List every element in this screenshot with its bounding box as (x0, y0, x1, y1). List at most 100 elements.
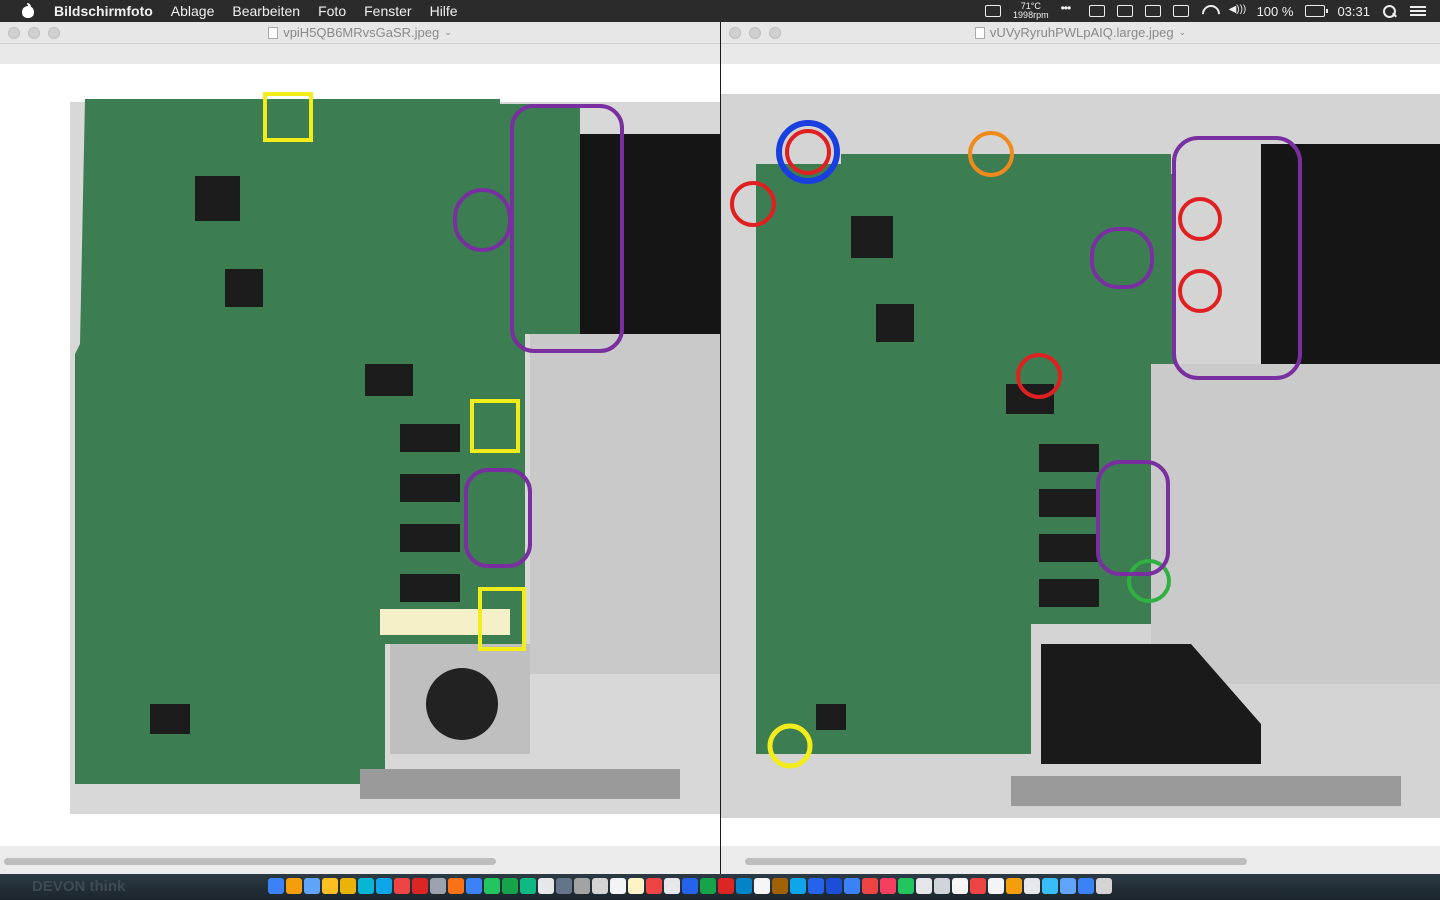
battery-icon[interactable] (1305, 5, 1329, 17)
wifi-icon[interactable] (1201, 5, 1217, 17)
dock-app-icon[interactable] (862, 878, 878, 894)
volume-icon[interactable] (1229, 4, 1247, 17)
titlebar-right[interactable]: vUVyRyruhPWLpAIQ.large.jpeg ⌄ (721, 22, 1440, 44)
logic-board-photo-right (721, 94, 1440, 818)
temp-monitor[interactable]: 71°C 1998rpm (1013, 2, 1049, 20)
horizontal-scrollbar-right[interactable] (721, 846, 1440, 874)
dock-app-icon[interactable] (1078, 878, 1094, 894)
dock-app-icon[interactable] (394, 878, 410, 894)
chip (365, 364, 413, 396)
dock-app-icon[interactable] (268, 878, 284, 894)
ram-chip (1039, 444, 1099, 472)
spotlight-search-icon[interactable] (1382, 5, 1398, 18)
dock-app-icon[interactable] (772, 878, 788, 894)
dropbox-icon[interactable] (1088, 5, 1105, 17)
dock-app-icon[interactable] (358, 878, 374, 894)
menu-ablage[interactable]: Ablage (171, 3, 215, 19)
horizontal-scrollbar-left[interactable] (0, 846, 720, 874)
dock-app-icon[interactable] (1060, 878, 1076, 894)
dock-app-icon[interactable] (430, 878, 446, 894)
dock-app-icon[interactable] (700, 878, 716, 894)
dock-app-icon[interactable] (484, 878, 500, 894)
window-title-right[interactable]: vUVyRyruhPWLpAIQ.large.jpeg ⌄ (721, 25, 1440, 40)
menu-hilfe[interactable]: Hilfe (430, 3, 458, 19)
dock-app-icon[interactable] (556, 878, 572, 894)
dock-app-icon[interactable] (376, 878, 392, 894)
dock-app-icon[interactable] (682, 878, 698, 894)
dock-app-icon[interactable] (844, 878, 860, 894)
dock-app-icon[interactable] (466, 878, 482, 894)
menu-bearbeiten[interactable]: Bearbeiten (232, 3, 300, 19)
dock-app-icon[interactable] (304, 878, 320, 894)
preview-window-right: vUVyRyruhPWLpAIQ.large.jpeg ⌄ (721, 22, 1440, 874)
dock-app-icon[interactable] (448, 878, 464, 894)
dock-app-icon[interactable] (1024, 878, 1040, 894)
app-menu[interactable]: Bildschirmfoto (54, 3, 153, 19)
dock-app-icon[interactable] (718, 878, 734, 894)
ram-chip (1039, 534, 1099, 562)
dock-app-icon[interactable] (754, 878, 770, 894)
printer-status-icon[interactable] (985, 5, 1002, 17)
menu-fenster[interactable]: Fenster (364, 3, 411, 19)
dock-app-icon[interactable] (322, 878, 338, 894)
memory-icon[interactable] (1116, 5, 1133, 17)
dock-app-icon[interactable] (736, 878, 752, 894)
logic-board-photo-left (70, 92, 720, 814)
window-title-left[interactable]: vpiH5QB6MRvsGaSR.jpeg ⌄ (0, 25, 720, 40)
dock-app-icon[interactable] (286, 878, 302, 894)
ram-chip (400, 574, 460, 602)
ram-chip (1039, 579, 1099, 607)
dock-app-icon[interactable] (574, 878, 590, 894)
chevron-down-icon[interactable]: ⌄ (444, 27, 452, 38)
dock-app-icon[interactable] (592, 878, 608, 894)
desktop-watermark: DEVON think (32, 878, 126, 895)
dock-app-icon[interactable] (1042, 878, 1058, 894)
heatsink (1011, 776, 1401, 806)
dock-app-icon[interactable] (898, 878, 914, 894)
apple-menu-icon[interactable] (20, 3, 36, 19)
toolbar-right (721, 44, 1440, 64)
scroll-thumb[interactable] (745, 858, 1247, 865)
dock-app-icon[interactable] (808, 878, 824, 894)
image-canvas-left[interactable] (0, 64, 720, 846)
dock-app-icon[interactable] (970, 878, 986, 894)
optical-drive (1151, 364, 1440, 684)
dock-app-icon[interactable] (952, 878, 968, 894)
chevron-down-icon[interactable]: ⌄ (1179, 27, 1187, 38)
dock-app-icon[interactable] (826, 878, 842, 894)
chip (225, 269, 263, 307)
dock-app-icon[interactable] (916, 878, 932, 894)
scroll-thumb[interactable] (4, 858, 496, 865)
chip (1006, 384, 1054, 414)
dock-app-icon[interactable] (502, 878, 518, 894)
menu-bar: Bildschirmfoto Ablage Bearbeiten Foto Fe… (0, 0, 1440, 22)
cloud-icon[interactable] (1144, 5, 1161, 17)
clock[interactable]: 03:31 (1337, 4, 1370, 19)
more-icon[interactable] (1061, 1, 1077, 17)
image-canvas-right[interactable] (721, 64, 1440, 846)
dock-app-icon[interactable] (538, 878, 554, 894)
dock-app-icon[interactable] (988, 878, 1004, 894)
titlebar-left[interactable]: vpiH5QB6MRvsGaSR.jpeg ⌄ (0, 22, 720, 44)
fan (426, 668, 498, 740)
dock-app-icon[interactable] (520, 878, 536, 894)
dock-app-icon[interactable] (1096, 878, 1112, 894)
dock-app-icon[interactable] (412, 878, 428, 894)
notification-center-icon[interactable] (1410, 5, 1426, 17)
dock-app-icon[interactable] (1006, 878, 1022, 894)
dock-app-icon[interactable] (628, 878, 644, 894)
dock-app-icon[interactable] (790, 878, 806, 894)
menu-foto[interactable]: Foto (318, 3, 346, 19)
dock-app-icon[interactable] (646, 878, 662, 894)
chip (851, 216, 893, 258)
dock-app-icon[interactable] (610, 878, 626, 894)
dock-app-icon[interactable] (664, 878, 680, 894)
dock-app-icon[interactable] (880, 878, 896, 894)
airplay-icon[interactable] (1172, 5, 1189, 17)
dock-app-icon[interactable] (340, 878, 356, 894)
battery-percent[interactable]: 100 % (1257, 4, 1294, 19)
title-text-left: vpiH5QB6MRvsGaSR.jpeg (283, 25, 440, 40)
chip (816, 704, 846, 730)
battery-bay (1261, 144, 1440, 364)
dock-app-icon[interactable] (934, 878, 950, 894)
